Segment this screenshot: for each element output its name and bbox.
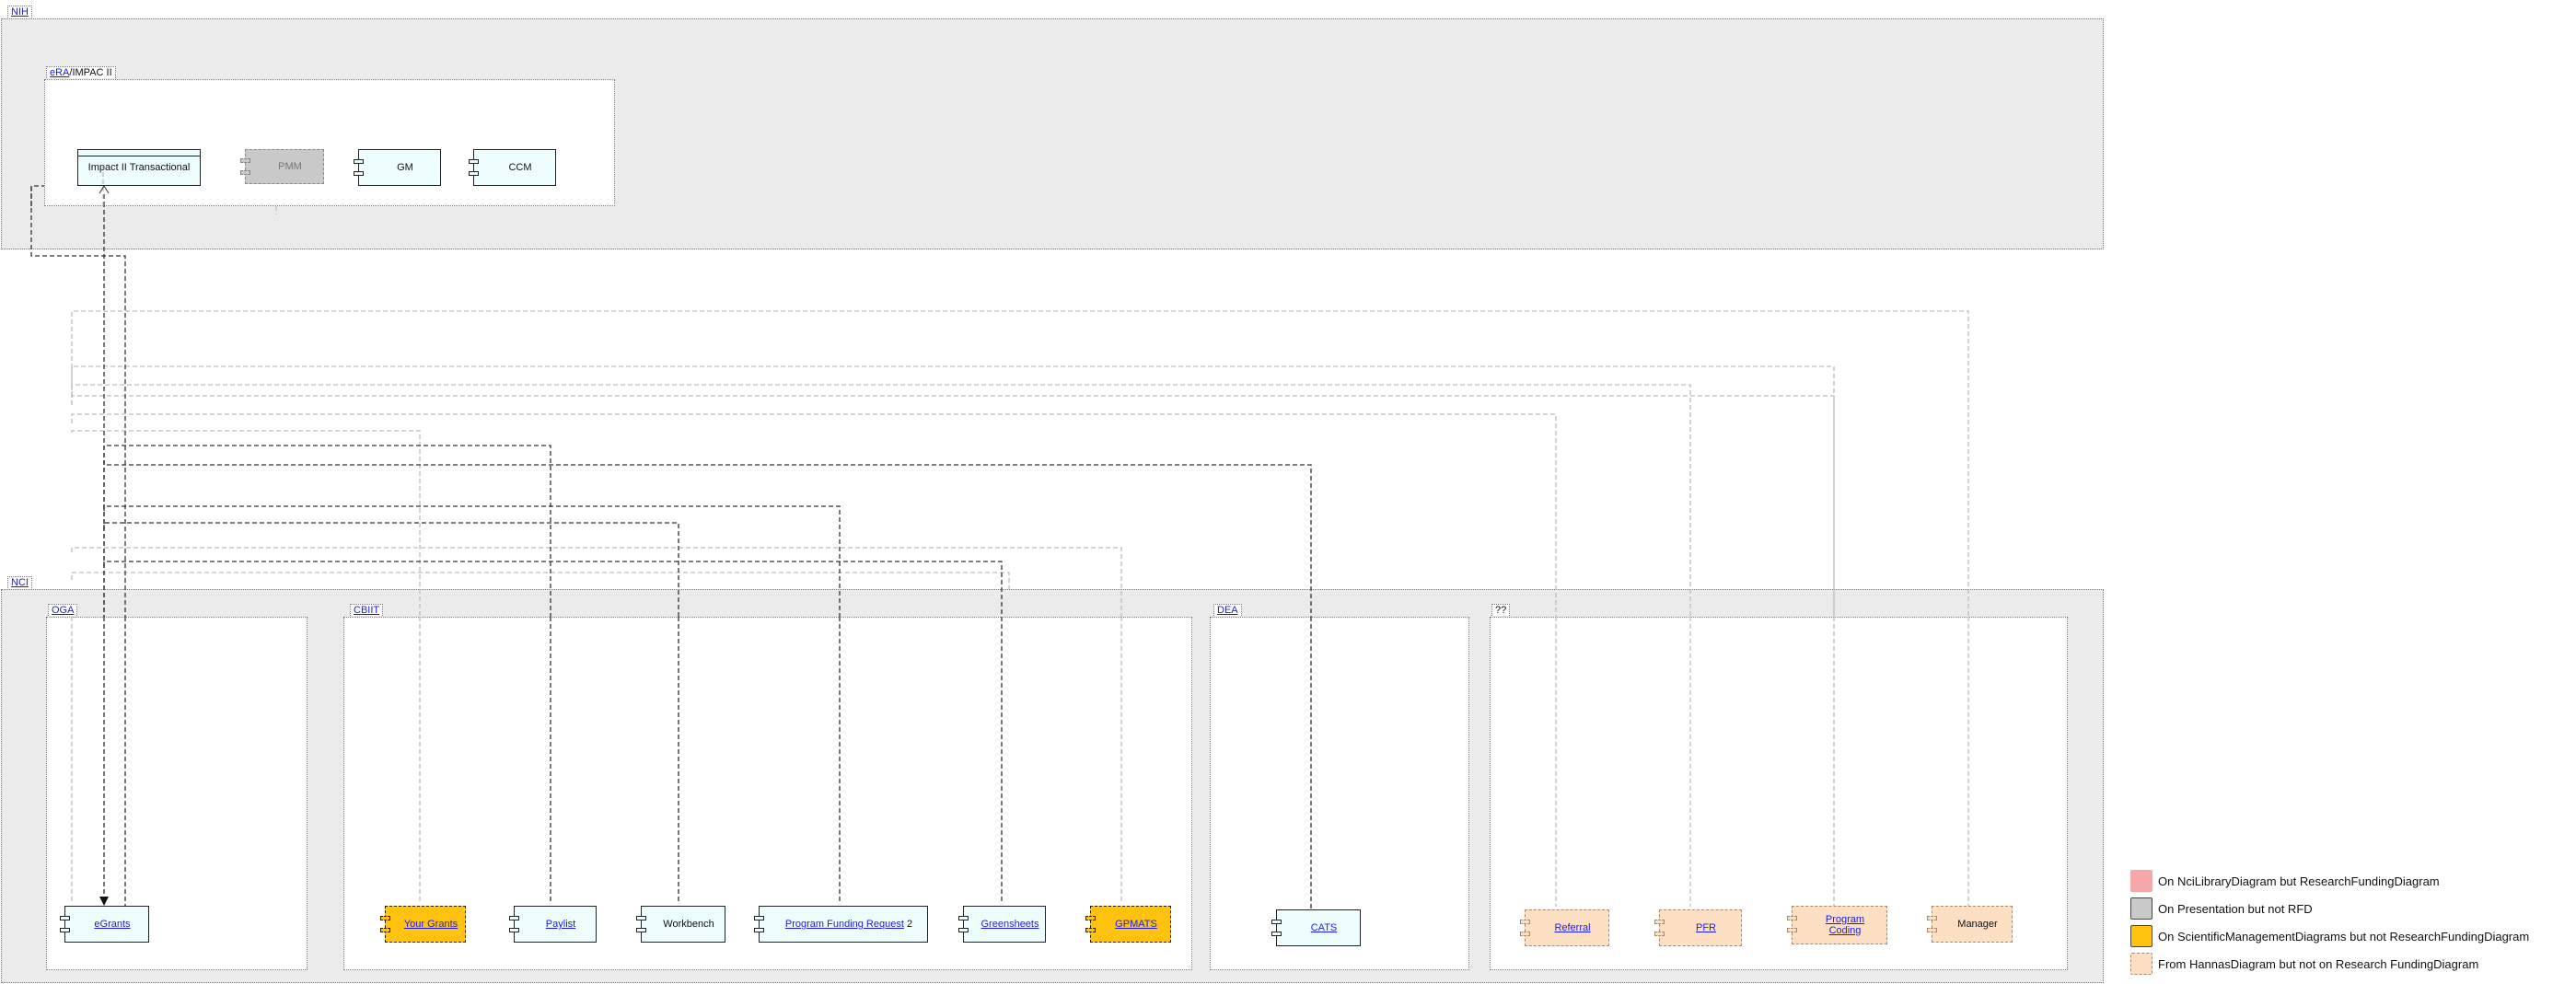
program-coding-component[interactable]: Program Coding: [1787, 906, 1887, 944]
pfr-link[interactable]: PFR: [1696, 922, 1716, 933]
program-coding-link[interactable]: Program Coding: [1822, 914, 1868, 936]
legend-item: From HannasDiagram but not on Research F…: [2130, 953, 2478, 975]
workbench-port-icon: [636, 928, 646, 932]
pfr-port-icon: [1654, 932, 1665, 936]
gpmats-port-icon: [1085, 916, 1096, 920]
legend-label: On ScientificManagementDiagrams but not …: [2158, 929, 2530, 943]
gpmats-port-icon: [1085, 928, 1096, 932]
gpmats-component[interactable]: GPMATS: [1085, 906, 1171, 943]
egrants-port-icon: [60, 928, 70, 932]
pfr-port-icon: [1654, 920, 1665, 924]
legend-item: On Presentation but not RFD: [2130, 897, 2313, 920]
referral-link[interactable]: Referral: [1554, 922, 1590, 933]
manager-label: Manager: [1957, 919, 1998, 930]
program-coding-port-icon: [1787, 916, 1797, 920]
referral-component[interactable]: Referral: [1520, 909, 1609, 946]
legend-swatch: [2130, 953, 2152, 975]
manager-port-icon: [1927, 916, 1937, 920]
legend-swatch: [2130, 925, 2152, 947]
legend-item: On ScientificManagementDiagrams but not …: [2130, 925, 2529, 947]
paylist-port-icon: [509, 928, 519, 932]
manager-port-icon: [1927, 928, 1937, 932]
paylist-link[interactable]: Paylist: [546, 919, 575, 930]
your-grants-link[interactable]: Your Grants: [404, 919, 458, 930]
workbench-label: Workbench: [663, 919, 714, 930]
program-funding-request-link[interactable]: Program Funding Request: [785, 919, 904, 930]
egrants-component[interactable]: eGrants: [60, 906, 149, 943]
your-grants-component[interactable]: Your Grants: [380, 906, 466, 943]
your-grants-port-icon: [380, 916, 390, 920]
gpmats-link[interactable]: GPMATS: [1115, 919, 1157, 930]
legend-label: On NciLibraryDiagram but ResearchFunding…: [2158, 874, 2440, 888]
greensheets-component[interactable]: Greensheets: [958, 906, 1046, 943]
manager-component[interactable]: Manager: [1927, 906, 2013, 943]
legend-label: On Presentation but not RFD: [2158, 901, 2313, 916]
your-grants-port-icon: [380, 928, 390, 932]
referral-port-icon: [1520, 932, 1530, 936]
egrants-port-icon: [60, 916, 70, 920]
program-funding-request-component[interactable]: Program Funding Request 2: [754, 906, 928, 943]
legend-swatch: [2130, 897, 2152, 920]
paylist-component[interactable]: Paylist: [509, 906, 597, 943]
legend-label: From HannasDiagram but not on Research F…: [2158, 956, 2479, 971]
pfr2-port-icon: [754, 916, 764, 920]
legend-item: On NciLibraryDiagram but ResearchFunding…: [2130, 870, 2440, 892]
workbench-port-icon: [636, 916, 646, 920]
legend-swatch: [2130, 870, 2152, 892]
greensheets-link[interactable]: Greensheets: [981, 919, 1039, 930]
cats-port-icon: [1271, 932, 1282, 936]
paylist-port-icon: [509, 916, 519, 920]
cats-component[interactable]: CATS: [1271, 909, 1361, 946]
greensheets-port-icon: [958, 916, 969, 920]
cats-link[interactable]: CATS: [1311, 922, 1338, 933]
referral-port-icon: [1520, 920, 1530, 924]
program-funding-request-suffix: 2: [903, 919, 913, 930]
cats-port-icon: [1271, 920, 1282, 924]
workbench-component[interactable]: Workbench: [636, 906, 725, 943]
dependency-lines-front: [30, 166, 1969, 909]
egrants-link[interactable]: eGrants: [94, 919, 130, 930]
program-coding-port-icon: [1787, 928, 1797, 932]
pfr2-port-icon: [754, 928, 764, 932]
pfr-component[interactable]: PFR: [1654, 909, 1742, 946]
greensheets-port-icon: [958, 928, 969, 932]
